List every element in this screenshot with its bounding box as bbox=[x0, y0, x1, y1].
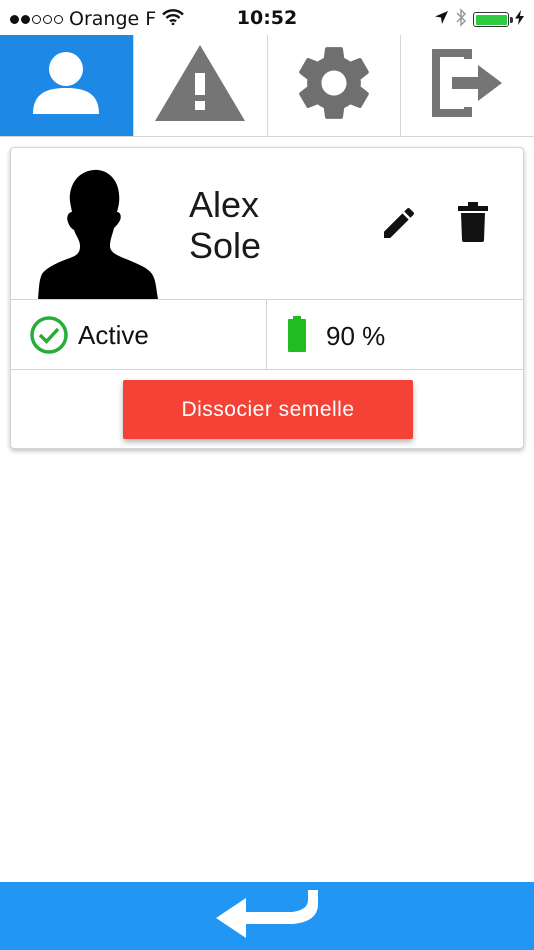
user-card-status-row: Active 90 % bbox=[11, 299, 523, 370]
delete-user-button[interactable] bbox=[453, 201, 493, 247]
charging-bolt-icon bbox=[515, 10, 524, 29]
gear-icon bbox=[291, 40, 377, 131]
status-bar-right bbox=[434, 8, 524, 31]
user-last-name: Sole bbox=[189, 225, 262, 266]
trash-icon bbox=[458, 201, 488, 247]
user-name: Alex Sole bbox=[189, 184, 339, 266]
user-first-name: Alex bbox=[189, 184, 260, 225]
logout-icon bbox=[431, 49, 504, 122]
return-arrow-icon bbox=[212, 886, 322, 947]
check-circle-icon bbox=[29, 315, 69, 360]
person-icon bbox=[31, 48, 101, 123]
user-card-header: Alex Sole bbox=[11, 148, 523, 300]
edit-user-button[interactable] bbox=[377, 203, 421, 247]
tab-profile[interactable] bbox=[0, 35, 134, 136]
user-card: Alex Sole Active 90 % Dissocier semelle bbox=[10, 147, 524, 449]
tab-logout[interactable] bbox=[401, 35, 534, 136]
battery-full-icon bbox=[287, 316, 307, 357]
tab-alerts[interactable] bbox=[133, 35, 268, 136]
activity-status: Active bbox=[11, 299, 267, 369]
avatar bbox=[26, 156, 166, 299]
battery-icon bbox=[473, 12, 513, 27]
back-button[interactable] bbox=[0, 882, 534, 950]
pencil-icon bbox=[379, 203, 419, 248]
battery-status: 90 % bbox=[267, 299, 523, 369]
battery-percentage: 90 % bbox=[326, 321, 386, 351]
bluetooth-icon bbox=[455, 8, 467, 31]
warning-icon bbox=[153, 43, 247, 128]
tab-settings[interactable] bbox=[267, 35, 402, 136]
status-bar: Orange F 10:52 bbox=[0, 0, 534, 35]
status-label: Active bbox=[78, 320, 149, 350]
tab-bar bbox=[0, 35, 534, 137]
location-arrow-icon bbox=[434, 10, 449, 29]
dissociate-sole-button[interactable]: Dissocier semelle bbox=[123, 380, 413, 439]
